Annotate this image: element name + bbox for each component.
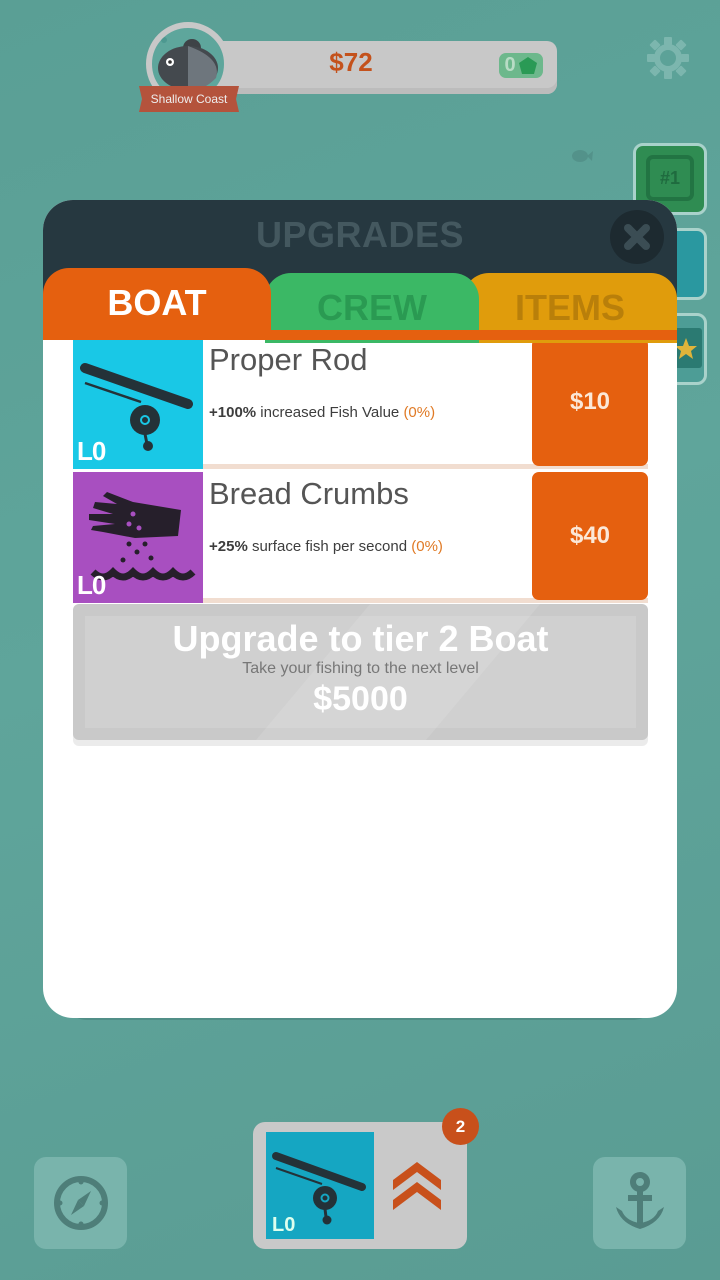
upgrade-description: +25% surface fish per second (0%) — [209, 538, 443, 555]
upgrade-effect-text: surface fish per second — [251, 538, 408, 555]
quick-upgrade-icon-tile: L0 — [266, 1132, 374, 1239]
buy-button[interactable]: $40 — [532, 472, 648, 600]
upgrade-row-bread-crumbs: L0 Bread Crumbs +25% surface fish per se… — [73, 472, 648, 603]
settings-gear-icon[interactable] — [646, 36, 690, 80]
tier-upgrade-button[interactable]: Upgrade to tier 2 Boat Take your fishing… — [73, 604, 648, 740]
money-bar: $72 0 — [205, 41, 557, 94]
quick-upgrade-card[interactable]: L0 — [253, 1122, 467, 1249]
close-icon — [624, 224, 650, 250]
upgrade-name: Proper Rod — [209, 342, 368, 377]
compass-icon — [53, 1176, 108, 1230]
map-button[interactable] — [34, 1157, 127, 1249]
upgrade-row-proper-rod: L0 Proper Rod +100% increased Fish Value… — [73, 338, 648, 469]
tier-title: Upgrade to tier 2 Boat — [172, 618, 549, 659]
tier-price: $5000 — [313, 680, 408, 718]
anchor-button[interactable] — [593, 1157, 686, 1249]
upgrade-description: +100% increased Fish Value (0%) — [209, 404, 435, 421]
rank-label: #1 — [646, 155, 694, 201]
upgrades-panel: UPGRADES BOAT CREW ITEMS L0 Proper Rod +… — [43, 200, 677, 1018]
tab-underline — [43, 330, 677, 340]
tab-boat[interactable]: BOAT — [43, 268, 271, 338]
close-button[interactable] — [610, 210, 664, 264]
upgrade-level: L0 — [77, 570, 106, 600]
upgrade-name: Bread Crumbs — [209, 476, 409, 511]
panel-header: UPGRADES BOAT CREW ITEMS — [43, 200, 677, 343]
money-value: $72 — [329, 47, 373, 77]
gem-counter[interactable]: 0 — [499, 53, 543, 78]
tier-subtitle: Take your fishing to the next level — [242, 660, 479, 677]
gem-icon — [518, 56, 537, 74]
upgrade-chevrons-icon — [393, 1162, 441, 1210]
gem-count: 0 — [504, 54, 516, 76]
background-fish-icon — [572, 150, 593, 162]
upgrade-current-value: (0%) — [403, 404, 436, 421]
panel-title: UPGRADES — [255, 214, 465, 255]
upgrade-effect-value: +100% — [209, 404, 257, 421]
quick-upgrade-level: L0 — [272, 1214, 296, 1236]
upgrade-icon-tile: L0 — [73, 338, 203, 469]
upgrade-effect-value: +25% — [209, 538, 248, 555]
upgrade-effect-text: increased Fish Value — [260, 404, 400, 421]
upgrade-level: L0 — [77, 436, 106, 466]
anchor-icon — [615, 1172, 664, 1229]
upgrade-count-badge: 2 — [442, 1108, 479, 1145]
upgrade-current-value: (0%) — [411, 538, 443, 555]
buy-button[interactable]: $10 — [532, 338, 648, 466]
upgrade-icon-tile: L0 — [73, 472, 203, 603]
location-ribbon: Shallow Coast — [139, 86, 239, 112]
